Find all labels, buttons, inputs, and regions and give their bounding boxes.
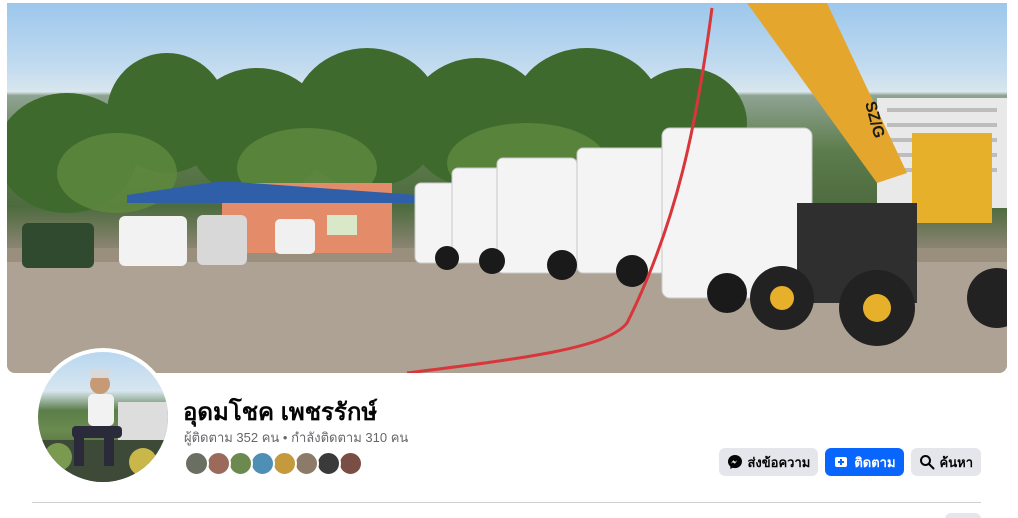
follow-icon bbox=[833, 454, 849, 470]
profile-avatar[interactable] bbox=[34, 348, 172, 486]
search-icon bbox=[919, 454, 935, 470]
follow-button-label: ติดตาม bbox=[854, 454, 896, 470]
search-button[interactable]: ค้นหา bbox=[910, 448, 981, 476]
message-button[interactable]: ส่งข้อความ bbox=[718, 448, 819, 476]
stats-separator: • bbox=[279, 430, 292, 445]
friend-avatar[interactable] bbox=[338, 451, 363, 476]
profile-actions: ส่งข้อความ ติดตาม ค้นหา bbox=[718, 448, 981, 476]
friend-avatar[interactable] bbox=[250, 451, 275, 476]
friend-avatar[interactable] bbox=[294, 451, 319, 476]
friend-avatar[interactable] bbox=[316, 451, 341, 476]
messenger-icon bbox=[727, 454, 743, 470]
cover-illustration: SZ/G bbox=[7, 3, 1007, 373]
more-options-button[interactable] bbox=[945, 513, 981, 518]
follow-stats: ผู้ติดตาม 352 คน • กำลังติดตาม 310 คน bbox=[184, 427, 408, 448]
follow-button[interactable]: ติดตาม bbox=[825, 448, 904, 476]
message-button-label: ส่งข้อความ bbox=[747, 454, 811, 470]
cover-photo[interactable]: SZ/G bbox=[7, 3, 1007, 373]
search-button-label: ค้นหา bbox=[939, 454, 973, 470]
profile-name: อุดมโชค เพชรรักษ์ bbox=[183, 399, 378, 426]
friend-avatar[interactable] bbox=[272, 451, 297, 476]
avatar-image bbox=[38, 352, 168, 482]
friend-avatar[interactable] bbox=[184, 451, 209, 476]
tabs-divider bbox=[32, 502, 981, 503]
friend-avatars bbox=[184, 451, 363, 476]
following-link[interactable]: กำลังติดตาม 310 คน bbox=[291, 430, 408, 445]
friend-avatar[interactable] bbox=[206, 451, 231, 476]
profile-page: SZ/G อุดมโชค เพชรรักษ์ ผู้ติดตาม 352 คน … bbox=[0, 0, 1018, 518]
followers-link[interactable]: ผู้ติดตาม 352 คน bbox=[184, 430, 279, 445]
friend-avatar[interactable] bbox=[228, 451, 253, 476]
